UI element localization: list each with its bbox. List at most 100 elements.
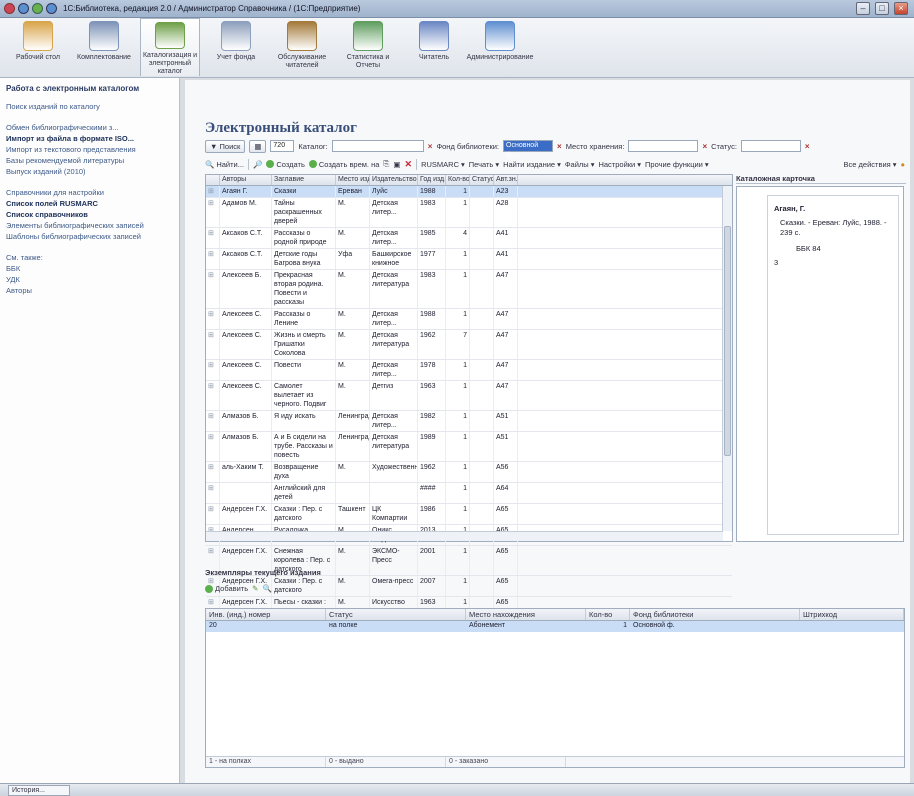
search-icon[interactable]: 🔎 <box>253 160 262 169</box>
row-expand-icon[interactable]: ⊞ <box>206 483 220 503</box>
section-catalog-book[interactable]: Каталогизация и электронный каталог <box>140 18 200 76</box>
column-header[interactable]: Место изд. <box>336 175 370 185</box>
table-row[interactable]: ⊞ Алмазов Б. А и Б сидели на трубе. Расска… <box>206 432 732 462</box>
copies-column-header[interactable]: Кол-во <box>586 609 630 620</box>
row-expand-icon[interactable]: ⊞ <box>206 198 220 227</box>
row-expand-icon[interactable]: ⊞ <box>206 309 220 329</box>
count-field[interactable]: 720 <box>270 140 295 152</box>
row-expand-icon[interactable]: ⊞ <box>206 249 220 269</box>
row-expand-icon[interactable]: ⊞ <box>206 432 220 461</box>
nav-item[interactable]: Шаблоны библиографических записей <box>6 231 173 242</box>
search-icon[interactable]: 🔍 <box>262 584 271 593</box>
column-header[interactable]: Заглавие <box>272 175 336 185</box>
print-menu[interactable]: Печать ▾ <box>469 160 499 169</box>
catalog-input[interactable] <box>331 140 424 152</box>
column-header[interactable]: Авторы <box>220 175 272 185</box>
history-button[interactable]: История... <box>8 785 70 796</box>
column-header[interactable]: Издательство <box>370 175 418 185</box>
row-expand-icon[interactable]: ⊞ <box>206 186 220 197</box>
settings-menu[interactable]: Настройки ▾ <box>598 160 641 169</box>
table-row[interactable]: ⊞ Аксаков С.Т. Детские годы Багрова внука У… <box>206 249 732 270</box>
horizontal-scrollbar[interactable] <box>206 531 723 541</box>
search-button[interactable]: ▼ Поиск <box>205 139 246 153</box>
table-row[interactable]: ⊞ Андерсен Г.Х. Сказки : Пер. с датского Та… <box>206 504 732 525</box>
storage-input[interactable] <box>628 140 699 152</box>
table-row[interactable]: ⊞ Алексеев С. Рассказы о Ленине М. Детская л… <box>206 309 732 330</box>
rusmarc-menu[interactable]: RUSMARC ▾ <box>421 160 465 169</box>
help-icon[interactable]: ● <box>900 160 905 169</box>
row-expand-icon[interactable]: ⊞ <box>206 270 220 308</box>
status-input[interactable] <box>740 140 801 152</box>
maximize-button[interactable]: □ <box>875 2 889 15</box>
fund-input[interactable]: Основной ф... <box>503 140 554 159</box>
copies-column-header[interactable]: Место нахождения <box>466 609 586 620</box>
create-button[interactable]: Создать <box>266 160 305 169</box>
row-expand-icon[interactable]: ⊞ <box>206 504 220 524</box>
find-button[interactable]: 🔍 Найти... <box>205 160 244 169</box>
table-row[interactable]: ⊞ Алексеев С. Самолет вылетает из черного.… <box>206 381 732 411</box>
mark-icon[interactable]: ▣ <box>393 160 400 169</box>
nav-item[interactable]: См. также: <box>6 252 173 263</box>
create-based-button[interactable]: Создать врем. на <box>308 160 379 169</box>
table-row[interactable]: ⊞ Аксаков С.Т. Рассказы о родной природе М.… <box>206 228 732 249</box>
table-row[interactable]: ⊞ Алексеев С. Повести М. Детская литер... 197… <box>206 360 732 381</box>
nav-item[interactable]: Базы рекомендуемой литературы <box>6 155 173 166</box>
column-header[interactable] <box>206 175 220 185</box>
section-admin[interactable]: Администрирование <box>467 18 533 76</box>
row-expand-icon[interactable]: ⊞ <box>206 411 220 431</box>
row-expand-icon[interactable]: ⊞ <box>206 228 220 248</box>
app-logo-icon[interactable] <box>4 3 15 14</box>
column-header[interactable]: Авт.зн. <box>494 175 518 185</box>
column-header[interactable]: Кол-во <box>446 175 470 185</box>
nav-item[interactable]: Список полей RUSMARC <box>6 198 173 209</box>
table-row[interactable]: ⊞ Андерсен Г.Х. Сказки : Пер. с датского М.… <box>206 576 732 597</box>
row-expand-icon[interactable]: ⊞ <box>206 360 220 380</box>
section-chart-bars[interactable]: Статистика и Отчеты <box>338 18 398 76</box>
column-header[interactable]: Год изд. <box>418 175 446 185</box>
copy-icon[interactable]: ⎘ <box>383 159 389 169</box>
row-expand-icon[interactable]: ⊞ <box>206 462 220 482</box>
other-functions-menu[interactable]: Прочие функции ▾ <box>645 160 709 169</box>
section-reader-person[interactable]: Читатель <box>404 18 464 76</box>
table-row[interactable]: ⊞ Агаян Г. Сказки Ереван Луйс 1988 1 А23 <box>206 186 732 198</box>
menu-icon[interactable] <box>46 3 57 14</box>
table-row[interactable]: 20 на полке Абонемент 1 Основной ф. <box>206 621 904 632</box>
nav-item[interactable]: Обмен библиографическими з... <box>6 122 173 133</box>
minimize-button[interactable]: – <box>856 2 870 15</box>
edit-icon[interactable]: ✎ <box>252 584 258 593</box>
scrollbar-thumb[interactable] <box>724 226 731 456</box>
copies-column-header[interactable]: Штрихкод <box>800 609 904 620</box>
copies-column-header[interactable]: Статус <box>326 609 466 620</box>
nav-item[interactable]: Авторы <box>6 285 173 296</box>
row-expand-icon[interactable]: ⊞ <box>206 330 220 359</box>
table-row[interactable]: ⊞ Алексеев Б. Прекрасная вторая родина. По… <box>206 270 732 309</box>
clear-storage-icon[interactable]: × <box>702 142 707 151</box>
table-row[interactable]: ⊞ Алексеев С. Жизнь и смерть Гришатки Соко… <box>206 330 732 360</box>
nav-item[interactable]: Импорт из файла в формате ISO... <box>6 133 173 144</box>
section-books-stack[interactable]: Комплектование <box>74 18 134 76</box>
nav-item[interactable]: Выпуск изданий (2010) <box>6 166 173 177</box>
nav-item[interactable]: Импорт из текстового представления <box>6 144 173 155</box>
nav-link-search-catalog[interactable]: Поиск изданий по каталогу <box>6 101 173 112</box>
all-actions-menu[interactable]: Все действия ▾ <box>844 160 897 169</box>
delete-icon[interactable]: ✕ <box>405 159 413 170</box>
table-row[interactable]: ⊞ Английский для детей #### 1 А64 <box>206 483 732 504</box>
add-copy-button[interactable]: Добавить <box>205 584 248 593</box>
issue-menu[interactable]: Найти издание ▾ <box>503 160 561 169</box>
back-icon[interactable] <box>18 3 29 14</box>
nav-item[interactable]: Элементы библиографических записей <box>6 220 173 231</box>
close-button[interactable]: × <box>894 2 908 15</box>
nav-item[interactable]: УДК <box>6 274 173 285</box>
table-row[interactable]: ⊞ Алмазов Б. Я иду искать Ленинград Детская … <box>206 411 732 432</box>
clear-fund-icon[interactable]: × <box>557 142 562 151</box>
section-briefcase[interactable]: Обслуживание читателей <box>272 18 332 76</box>
clear-status-icon[interactable]: × <box>805 142 810 151</box>
forward-icon[interactable] <box>32 3 43 14</box>
nav-item[interactable]: ББК <box>6 263 173 274</box>
column-header[interactable]: Статус <box>470 175 494 185</box>
vertical-scrollbar[interactable] <box>722 186 732 531</box>
copies-column-header[interactable]: Фонд библиотеки <box>630 609 800 620</box>
row-expand-icon[interactable]: ⊞ <box>206 381 220 410</box>
table-row[interactable]: ⊞ Адамов М. Тайны раскрашенных дверей М. Дет… <box>206 198 732 228</box>
nav-item[interactable]: Справочники для настройки <box>6 187 173 198</box>
